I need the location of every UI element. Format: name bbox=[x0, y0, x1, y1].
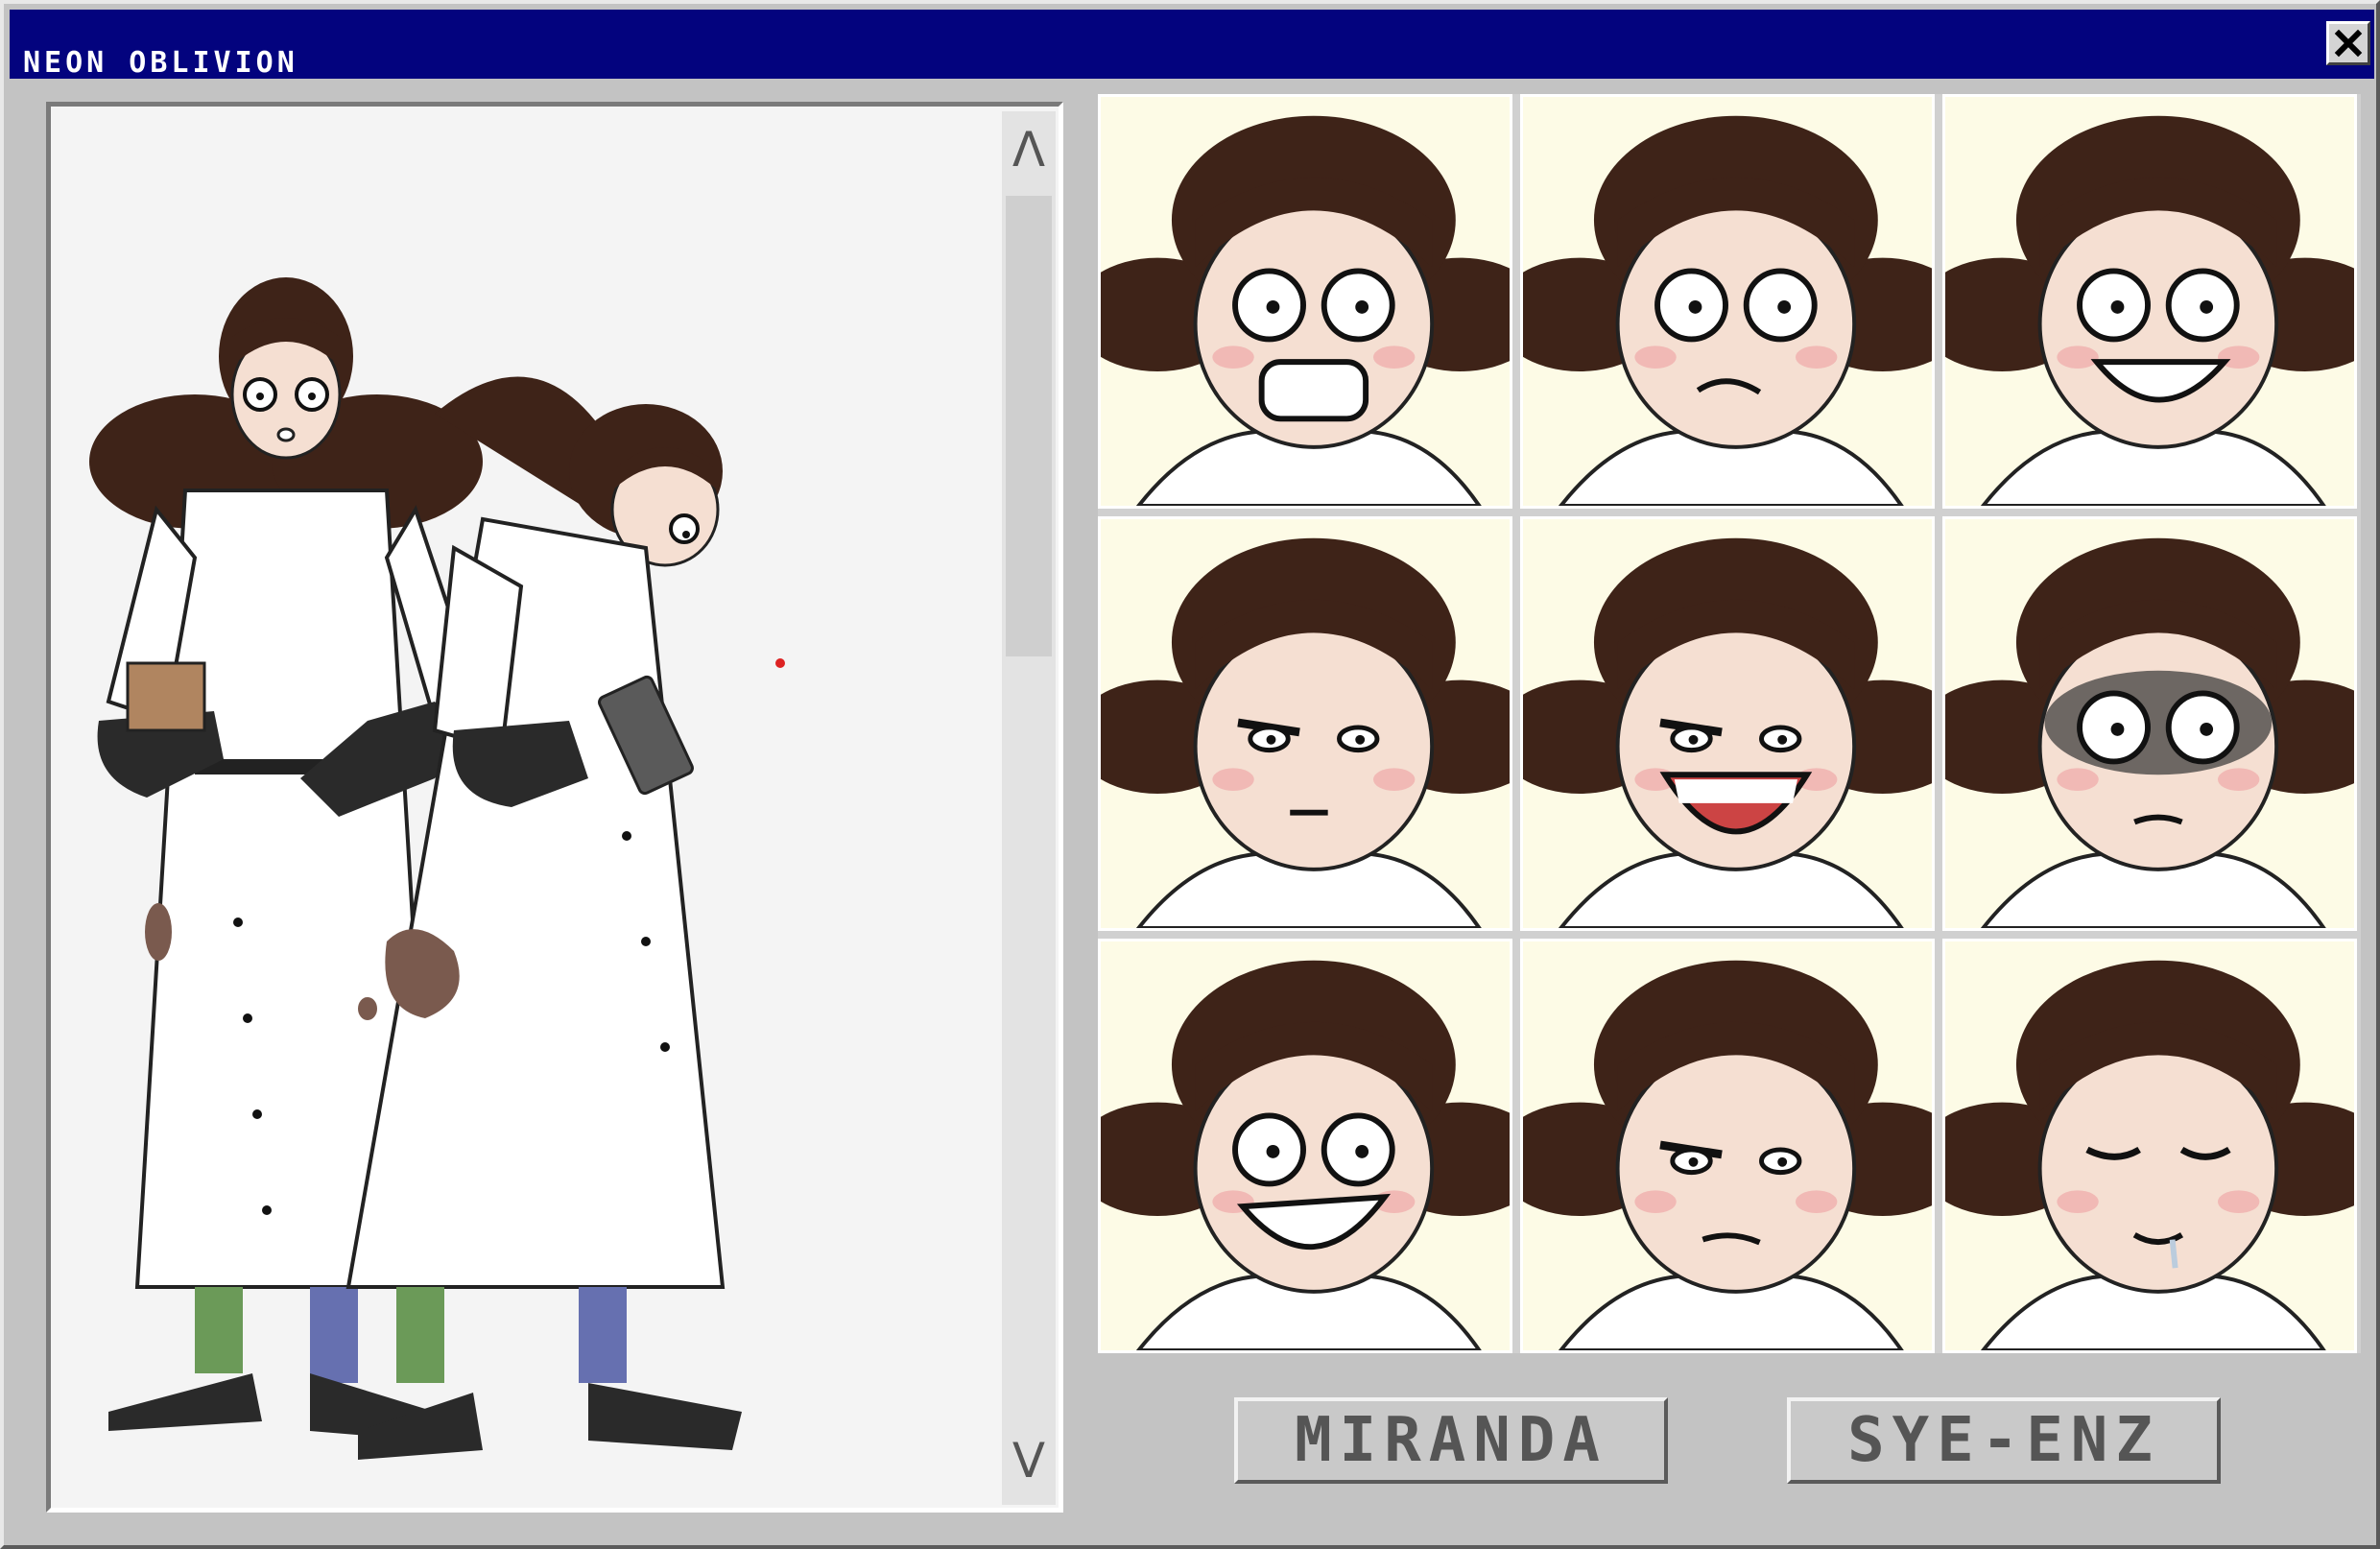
scroll-down-button[interactable]: V bbox=[1002, 1422, 1056, 1499]
expression-cell-shocked bbox=[1098, 94, 1512, 509]
miranda-button[interactable]: MIRANDA bbox=[1234, 1397, 1668, 1484]
character-sheet-panel bbox=[46, 102, 1063, 1513]
expression-portrait-suspicious bbox=[1101, 519, 1510, 928]
expression-portrait-laughing bbox=[1523, 519, 1932, 928]
close-icon bbox=[2334, 29, 2363, 58]
expression-portrait-unimpressed bbox=[1523, 941, 1932, 1350]
expression-cell-nervous-grin bbox=[1942, 94, 2357, 509]
expression-grid bbox=[1098, 94, 2361, 1353]
expression-cell-unimpressed bbox=[1520, 939, 1935, 1353]
app-window: NEON OBLIVION Λ V MIRANDA SYE-ENZ bbox=[0, 0, 2380, 1549]
expression-portrait-exhausted bbox=[1945, 941, 2354, 1350]
expression-cell-exhausted bbox=[1942, 939, 2357, 1353]
sye-enz-button[interactable]: SYE-ENZ bbox=[1787, 1397, 2221, 1484]
window-title: NEON OBLIVION bbox=[23, 46, 298, 80]
title-bar[interactable]: NEON OBLIVION bbox=[10, 10, 2374, 80]
expression-cell-laughing bbox=[1520, 516, 1935, 931]
expression-cell-suspicious bbox=[1098, 516, 1512, 931]
scroll-up-button[interactable]: Λ bbox=[1002, 111, 1056, 188]
expression-cell-frantic-grin bbox=[1098, 939, 1512, 1353]
expression-portrait-frantic-grin bbox=[1101, 941, 1510, 1350]
expression-portrait-nervous-grin bbox=[1945, 97, 2354, 506]
character-full-body-illustration bbox=[89, 277, 785, 1460]
expression-portrait-worried bbox=[1523, 97, 1932, 506]
scroll-thumb[interactable] bbox=[1006, 196, 1052, 656]
expression-portrait-gloomy bbox=[1945, 519, 2354, 928]
expression-cell-worried bbox=[1520, 94, 1935, 509]
expression-portrait-shocked bbox=[1101, 97, 1510, 506]
expression-cell-gloomy bbox=[1942, 516, 2357, 931]
close-button[interactable] bbox=[2326, 21, 2370, 65]
vertical-scrollbar[interactable]: Λ V bbox=[1002, 111, 1056, 1505]
